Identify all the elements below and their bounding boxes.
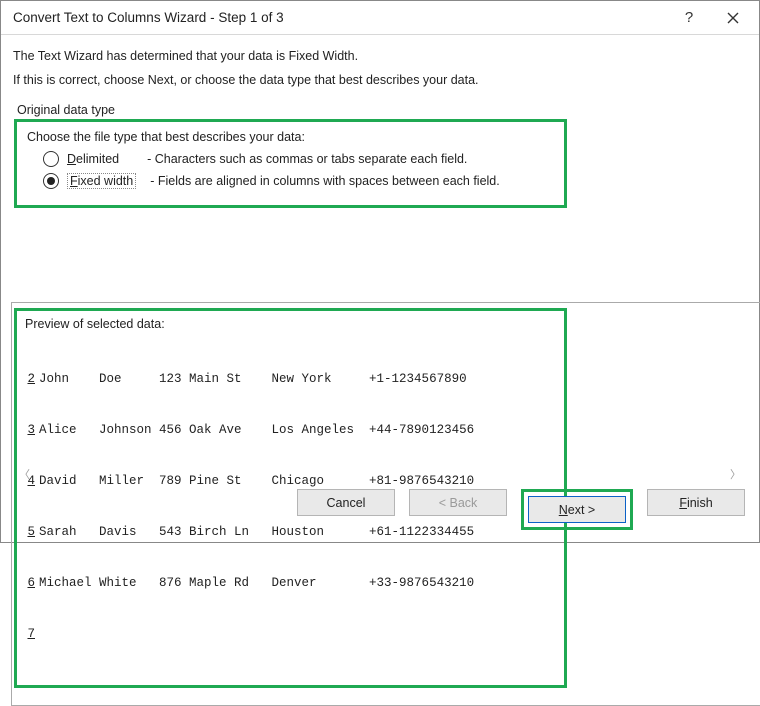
row-text: John Doe 123 Main St New York +1-1234567… — [39, 371, 467, 388]
intro-line-1: The Text Wizard has determined that your… — [13, 49, 747, 63]
line-number: 4 — [25, 473, 35, 490]
radio-fixedwidth-desc: - Fields are aligned in columns with spa… — [150, 174, 500, 188]
table-row: 7 — [25, 626, 556, 643]
titlebar: Convert Text to Columns Wizard - Step 1 … — [1, 1, 759, 35]
line-number: 5 — [25, 524, 35, 541]
row-text: David Miller 789 Pine St Chicago +81-987… — [39, 473, 474, 490]
help-button[interactable]: ? — [667, 3, 711, 33]
row-text: Alice Johnson 456 Oak Ave Los Angeles +4… — [39, 422, 474, 439]
radio-fixedwidth-label: Fixed width — [67, 173, 136, 189]
back-button[interactable]: < Back — [409, 489, 507, 516]
finish-button[interactable]: Finish — [647, 489, 745, 516]
line-number: 7 — [25, 626, 35, 643]
table-row: 2John Doe 123 Main St New York +1-123456… — [25, 371, 556, 388]
dialog-window: Convert Text to Columns Wizard - Step 1 … — [0, 0, 760, 543]
line-number: 2 — [25, 371, 35, 388]
radio-fixedwidth-row[interactable]: Fixed width - Fields are aligned in colu… — [43, 173, 554, 189]
fieldset-legend: Original data type — [17, 103, 747, 117]
file-type-group: Choose the file type that best describes… — [14, 119, 567, 208]
radio-delimited-row[interactable]: Delimited - Characters such as commas or… — [43, 151, 554, 167]
button-bar: Cancel < Back Next > Finish — [297, 489, 745, 530]
table-row: 4David Miller 789 Pine St Chicago +81-98… — [25, 473, 556, 490]
radio-delimited-desc: - Characters such as commas or tabs sepa… — [147, 152, 467, 166]
radio-delimited[interactable] — [43, 151, 59, 167]
next-button[interactable]: Next > — [528, 496, 626, 523]
preview-label: Preview of selected data: — [21, 317, 169, 331]
dialog-body: The Text Wizard has determined that your… — [1, 35, 759, 688]
row-text: Michael White 876 Maple Rd Denver +33-98… — [39, 575, 474, 592]
cancel-button[interactable]: Cancel — [297, 489, 395, 516]
close-icon — [727, 12, 739, 24]
table-row: 3Alice Johnson 456 Oak Ave Los Angeles +… — [25, 422, 556, 439]
radio-fixedwidth[interactable] — [43, 173, 59, 189]
next-button-highlight: Next > — [521, 489, 633, 530]
dialog-title: Convert Text to Columns Wizard - Step 1 … — [13, 10, 667, 25]
table-row: 6Michael White 876 Maple Rd Denver +33-9… — [25, 575, 556, 592]
intro-line-2: If this is correct, choose Next, or choo… — [13, 73, 747, 87]
line-number: 3 — [25, 422, 35, 439]
choose-file-type-label: Choose the file type that best describes… — [27, 130, 554, 144]
line-number: 6 — [25, 575, 35, 592]
close-button[interactable] — [711, 3, 755, 33]
radio-delimited-label: Delimited — [67, 152, 119, 166]
